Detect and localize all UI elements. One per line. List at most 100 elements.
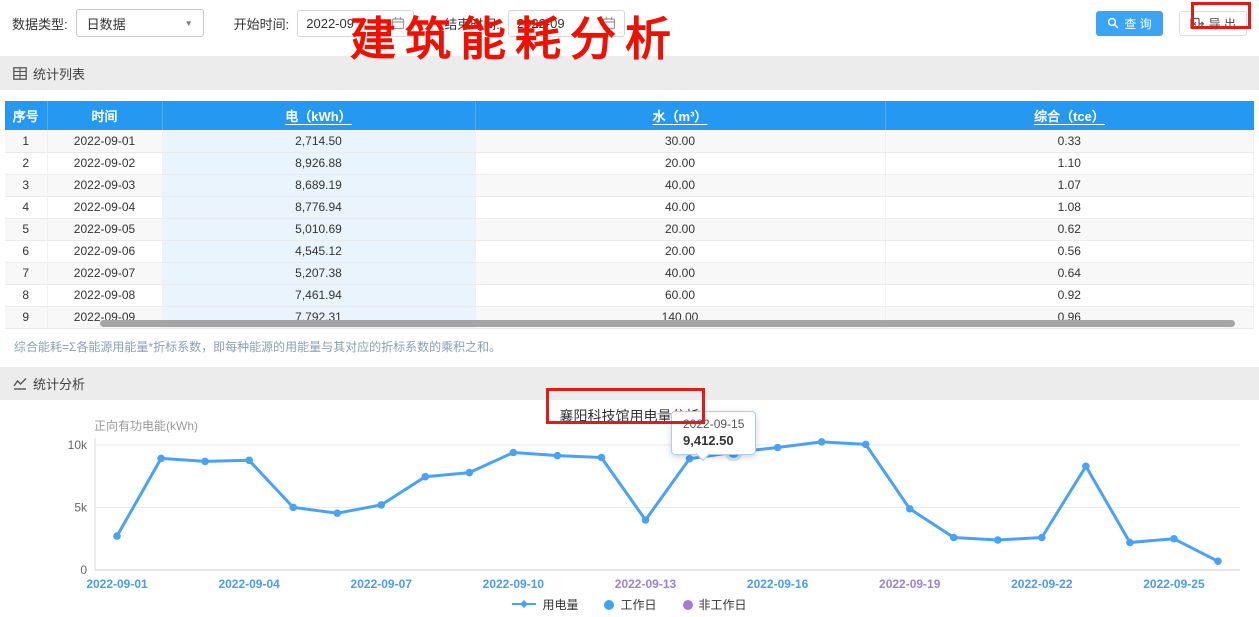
table-cell: 3 xyxy=(5,174,47,196)
chart-point[interactable] xyxy=(554,452,562,460)
table-cell: 2022-09-08 xyxy=(47,284,162,306)
x-tick-label: 2022-09-13 xyxy=(615,577,677,591)
column-header: 序号 xyxy=(5,101,47,130)
start-time-value: 2022-09 xyxy=(306,16,354,31)
chart-line[interactable] xyxy=(117,442,1218,561)
chart-point[interactable] xyxy=(1038,534,1046,542)
legend-item[interactable]: 用电量 xyxy=(512,596,578,613)
chart-point[interactable] xyxy=(466,469,474,477)
table-cell: 20.00 xyxy=(475,152,885,174)
chart-point[interactable] xyxy=(950,534,958,542)
statistics-table-wrap: 序号时间电（kWh）水（m³）综合（tce） 12022-09-012,714.… xyxy=(5,101,1254,329)
table-cell: 6 xyxy=(5,240,47,262)
chart-point[interactable] xyxy=(1126,539,1134,547)
table-cell: 1.08 xyxy=(885,196,1254,218)
table-cell: 4 xyxy=(5,196,47,218)
export-file-icon xyxy=(1190,17,1204,30)
chart-point[interactable] xyxy=(1082,462,1090,470)
chart-point[interactable] xyxy=(994,536,1002,544)
column-header-label: 电（kWh） xyxy=(285,109,351,124)
table-cell: 5,207.38 xyxy=(162,262,475,284)
column-header-label: 时间 xyxy=(91,109,117,124)
table-cell: 7,461.94 xyxy=(162,284,475,306)
data-type-select[interactable]: 日数据 ▼ xyxy=(76,9,204,37)
column-header-label: 序号 xyxy=(13,109,39,124)
table-cell: 0.33 xyxy=(885,130,1254,152)
table-row: 52022-09-055,010.6920.000.62 xyxy=(5,218,1254,240)
chart-point[interactable] xyxy=(818,438,826,446)
chart-point[interactable] xyxy=(377,501,385,509)
table-cell: 1.07 xyxy=(885,174,1254,196)
chart-point[interactable] xyxy=(862,441,870,449)
table-row: 42022-09-048,776.9440.001.08 xyxy=(5,196,1254,218)
chart-section-title: 统计分析 xyxy=(33,374,85,393)
annotation-big-title: 建筑能耗分析 xyxy=(350,16,680,62)
data-type-label: 数据类型: xyxy=(12,14,68,33)
search-icon xyxy=(1107,17,1119,29)
table-cell: 2022-09-01 xyxy=(47,130,162,152)
table-cell: 5,010.69 xyxy=(162,218,475,240)
line-chart-canvas[interactable]: 05k10k正向有功电能(kWh)2022-09-012022-09-04202… xyxy=(0,414,1259,599)
x-tick-label: 2022-09-22 xyxy=(1011,577,1073,591)
y-tick-label: 0 xyxy=(80,563,87,577)
table-header-row: 序号 时间 电（kWh） 水（m³）综合（tce） xyxy=(5,101,1254,130)
legend-item[interactable]: 非工作日 xyxy=(683,596,747,613)
chart-point[interactable] xyxy=(642,516,650,524)
x-tick-label: 2022-09-16 xyxy=(747,577,809,591)
start-time-label: 开始时间: xyxy=(234,14,290,33)
table-cell: 2 xyxy=(5,152,47,174)
query-button[interactable]: 查 询 xyxy=(1096,11,1162,36)
chart-point[interactable] xyxy=(774,444,782,452)
building-energy-page: 数据类型: 日数据 ▼ 开始时间: 2022-09 结束时间: 2022-09 … xyxy=(0,0,1259,617)
chart-point[interactable] xyxy=(333,509,341,517)
chart-point[interactable] xyxy=(289,504,297,512)
table-cell: 8,776.94 xyxy=(162,196,475,218)
chart-point[interactable] xyxy=(906,505,914,513)
table-cell: 8 xyxy=(5,284,47,306)
x-tick-label: 2022-09-07 xyxy=(351,577,413,591)
table-row: 72022-09-075,207.3840.000.64 xyxy=(5,262,1254,284)
table-cell: 2022-09-02 xyxy=(47,152,162,174)
table-cell: 8,689.19 xyxy=(162,174,475,196)
table-cell: 2,714.50 xyxy=(162,130,475,152)
legend-item[interactable]: 工作日 xyxy=(604,596,656,613)
table-row: 82022-09-087,461.9460.000.92 xyxy=(5,284,1254,306)
table-cell: 2022-09-04 xyxy=(47,196,162,218)
y-tick-label: 5k xyxy=(74,501,88,515)
chart-legend: 用电量 工作日 非工作日 xyxy=(0,596,1259,613)
column-header[interactable]: 综合（tce） xyxy=(885,101,1254,130)
chart-point[interactable] xyxy=(1170,535,1178,543)
query-button-label: 查 询 xyxy=(1124,15,1151,32)
table-grid-icon xyxy=(13,67,27,80)
chart-title: 襄阳科技馆用电量分析 xyxy=(0,406,1259,426)
table-cell: 7 xyxy=(5,262,47,284)
chart-point[interactable] xyxy=(686,455,694,463)
table-cell: 0.92 xyxy=(885,284,1254,306)
table-cell: 8,926.88 xyxy=(162,152,475,174)
chart-point[interactable] xyxy=(201,458,209,466)
legend-label: 工作日 xyxy=(620,596,656,613)
chart-point[interactable] xyxy=(157,455,165,463)
chart-point[interactable] xyxy=(245,456,253,464)
column-header[interactable]: 电（kWh） xyxy=(162,101,475,130)
table-cell: 4,545.12 xyxy=(162,240,475,262)
x-tick-label: 2022-09-25 xyxy=(1143,577,1205,591)
legend-circle-icon xyxy=(604,600,614,610)
x-tick-label: 2022-09-19 xyxy=(879,577,941,591)
data-type-selected-value: 日数据 xyxy=(87,14,126,33)
y-tick-label: 10k xyxy=(68,438,88,452)
chart-point[interactable] xyxy=(1214,557,1222,565)
legend-label: 非工作日 xyxy=(699,596,747,613)
horizontal-scrollbar[interactable] xyxy=(100,320,1235,327)
chart-point[interactable] xyxy=(510,449,518,457)
chart-point[interactable] xyxy=(598,454,606,462)
chart-point[interactable] xyxy=(113,532,121,540)
table-row: 32022-09-038,689.1940.001.07 xyxy=(5,174,1254,196)
tooltip-date: 2022-09-15 xyxy=(683,417,744,431)
energy-formula-note: 综合能耗=Σ各能源用能量*折标系数，即每种能源的用能量与其对应的折标系数的乘积之… xyxy=(14,338,501,355)
table-cell: 2022-09-03 xyxy=(47,174,162,196)
column-header[interactable]: 水（m³） xyxy=(475,101,885,130)
table-cell: 2022-09-06 xyxy=(47,240,162,262)
export-button[interactable]: 导 出 xyxy=(1179,11,1247,36)
chart-point[interactable] xyxy=(421,473,429,481)
